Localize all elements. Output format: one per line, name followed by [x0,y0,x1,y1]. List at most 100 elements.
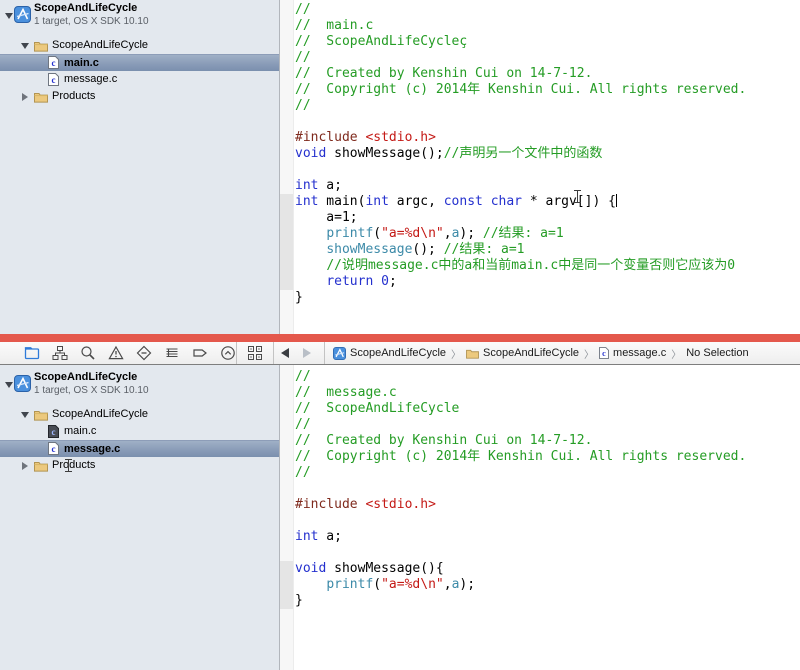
project-navigator-icon[interactable] [24,345,40,361]
code-line[interactable]: int a; [295,529,800,545]
bottom-project-navigator: ScopeAndLifeCycle 1 target, OS X SDK 10.… [0,365,280,670]
group-row[interactable]: ScopeAndLifeCycle [0,406,279,423]
code-line[interactable]: int main(int argc, const char * argv[]) … [295,194,800,210]
code-line[interactable]: #include <stdio.h> [295,130,800,146]
breadcrumb-file-label: message.c [613,347,667,359]
group-name: ScopeAndLifeCycle [52,408,149,420]
ibeam-mouse-cursor [574,190,581,203]
code-line[interactable]: int a; [295,178,800,194]
issue-navigator-icon[interactable] [108,345,124,361]
breadcrumb-selection[interactable]: No Selection [686,347,748,359]
breadcrumb-file[interactable]: c message.c [599,347,666,359]
bottom-source-editor[interactable]: //// message.c// ScopeAndLifeCycle//// C… [280,365,800,670]
find-navigator-icon[interactable] [80,345,96,361]
split-divider [0,334,800,342]
svg-text:c: c [602,349,606,358]
project-subtitle: 1 target, OS X SDK 10.10 [34,385,149,396]
code-line[interactable]: // [295,465,800,481]
file-name: main.c [64,57,99,69]
products-row[interactable]: Products [0,88,279,105]
top-source-editor[interactable]: //// main.c// ScopeAndLifeCycleç//// Cre… [280,0,800,334]
code-line[interactable] [295,114,800,130]
breadcrumb: ScopeAndLifeCycle 〉 ScopeAndLifeCycle 〉 … [333,346,749,361]
ibeam-mouse-cursor [65,459,72,472]
file-name: main.c [64,425,97,437]
related-items-icon[interactable] [247,345,263,361]
disclosure-triangle-icon[interactable] [21,412,29,418]
xcode-project-icon [333,346,346,360]
file-row-message-c[interactable]: c message.c [0,440,279,457]
code-line[interactable]: // Copyright (c) 2014年 Kenshin Cui. All … [295,449,800,465]
code-line[interactable]: // [295,369,800,385]
top-project-navigator: ScopeAndLifeCycle 1 target, OS X SDK 10.… [0,0,280,334]
code-line[interactable]: // Copyright (c) 2014年 Kenshin Cui. All … [295,82,800,98]
disclosure-triangle-icon[interactable] [21,43,29,49]
code-line[interactable]: showMessage(); //结果: a=1 [295,242,800,258]
project-row[interactable]: ScopeAndLifeCycle 1 target, OS X SDK 10.… [0,369,279,403]
code-line[interactable]: printf("a=%d\n",a); //结果: a=1 [295,226,800,242]
top-split-pane: ScopeAndLifeCycle 1 target, OS X SDK 10.… [0,0,800,334]
code-line[interactable]: #include <stdio.h> [295,497,800,513]
focus-ribbon[interactable] [280,0,294,334]
code-line[interactable]: a=1; [295,210,800,226]
message-c-source-code[interactable]: //// message.c// ScopeAndLifeCycle//// C… [294,365,800,670]
code-line[interactable]: // [295,98,800,114]
xcode-project-icon [14,6,31,23]
file-row-main-c[interactable]: c main.c [0,54,279,71]
code-line[interactable]: // main.c [295,18,800,34]
back-button[interactable] [281,348,289,358]
disclosure-triangle-icon[interactable] [22,462,28,470]
code-line[interactable]: printf("a=%d\n",a); [295,577,800,593]
code-line[interactable] [295,162,800,178]
code-line[interactable]: // [295,50,800,66]
chevron-right-icon: 〉 [671,349,682,361]
breadcrumb-project[interactable]: ScopeAndLifeCycle [333,346,447,360]
breakpoint-navigator-icon[interactable] [192,345,208,361]
log-navigator-icon[interactable] [220,345,236,361]
group-row[interactable]: ScopeAndLifeCycle [0,37,279,54]
disclosure-triangle-icon[interactable] [22,93,28,101]
svg-text:c: c [52,75,56,85]
code-line[interactable]: // message.c [295,385,800,401]
folder-icon [34,90,48,107]
code-line[interactable]: } [295,593,800,609]
c-file-icon: c [48,442,59,458]
svg-text:c: c [52,58,56,68]
c-file-icon: c [48,56,59,72]
project-row[interactable]: ScopeAndLifeCycle 1 target, OS X SDK 10.… [0,0,279,34]
code-line[interactable]: // ScopeAndLifeCycleç [295,34,800,50]
breadcrumb-selection-label: No Selection [686,347,749,359]
code-line[interactable]: // Created by Kenshin Cui on 14-7-12. [295,433,800,449]
code-line[interactable]: return 0; [295,274,800,290]
xcode-project-icon [14,375,31,392]
debug-navigator-icon[interactable] [164,345,180,361]
disclosure-triangle-icon[interactable] [5,382,13,388]
products-row[interactable]: Products [0,457,279,474]
code-line[interactable] [295,481,800,497]
focus-ribbon[interactable] [280,365,294,670]
project-name: ScopeAndLifeCycle [34,2,138,14]
code-line[interactable]: void showMessage();//声明另一个文件中的函数 [295,146,800,162]
symbol-navigator-icon[interactable] [52,345,68,361]
main-c-source-code[interactable]: //// main.c// ScopeAndLifeCycleç//// Cre… [294,0,800,334]
file-name: message.c [64,443,121,455]
forward-button[interactable] [303,348,311,358]
breadcrumb-project-label: ScopeAndLifeCycle [350,347,447,359]
code-line[interactable] [295,545,800,561]
folder-icon [466,349,479,359]
breadcrumb-group[interactable]: ScopeAndLifeCycle [466,347,579,359]
bottom-split-pane: ScopeAndLifeCycle 1 target, OS X SDK 10.… [0,365,800,670]
test-navigator-icon[interactable] [136,345,152,361]
code-line[interactable]: // [295,417,800,433]
code-line[interactable]: //说明message.c中的a和当前main.c中是同一个变量否则它应该为0 [295,258,800,274]
disclosure-triangle-icon[interactable] [5,13,13,19]
file-row-message-c[interactable]: c message.c [0,71,279,88]
code-line[interactable]: // ScopeAndLifeCycle [295,401,800,417]
file-row-main-c[interactable]: c main.c [0,423,279,440]
code-line[interactable]: // [295,2,800,18]
code-line[interactable]: } [295,290,800,306]
code-line[interactable]: // Created by Kenshin Cui on 14-7-12. [295,66,800,82]
code-line[interactable]: void showMessage(){ [295,561,800,577]
chevron-right-icon: 〉 [451,349,462,361]
code-line[interactable] [295,513,800,529]
